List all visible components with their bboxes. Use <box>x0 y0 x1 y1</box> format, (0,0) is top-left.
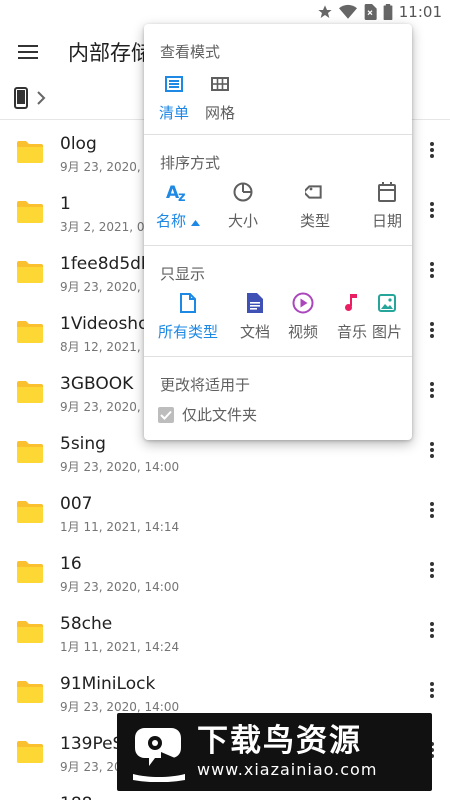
list-view-icon <box>162 72 186 96</box>
file-date: 1月 11, 2021, 14:14 <box>60 520 180 534</box>
file-manager-screen: 11:01 内部存储 0log 9月 23, 2020, 14:00 1 3月 2, … <box>0 0 450 800</box>
sort-ascending-icon <box>191 212 200 230</box>
star-icon <box>317 4 333 20</box>
folder-icon <box>17 261 43 283</box>
filter-all-option[interactable]: 所有类型 <box>146 291 230 342</box>
menu-icon[interactable] <box>0 24 56 80</box>
file-name: 1fee8d5db <box>60 254 152 274</box>
file-name: 1 <box>60 194 71 214</box>
chevron-right-icon <box>36 90 46 109</box>
more-options-icon[interactable] <box>420 678 444 702</box>
view-grid-option[interactable]: 网格 <box>190 72 250 123</box>
more-options-icon[interactable] <box>420 558 444 582</box>
divider <box>144 245 412 246</box>
grid-view-icon <box>208 72 232 96</box>
image-icon <box>375 291 399 315</box>
svg-text:z: z <box>178 190 186 203</box>
folder-icon <box>17 441 43 463</box>
file-name: 188 <box>60 794 92 800</box>
this-folder-only-label: 仅此文件夹 <box>182 406 258 424</box>
folder-icon <box>17 621 43 643</box>
sort-type-label: 类型 <box>299 212 330 230</box>
banner-url: www.xiazainiao.com <box>197 760 378 779</box>
sort-date-label: 日期 <box>371 212 402 230</box>
apply-title: 更改将适用于 <box>160 376 251 394</box>
document-icon <box>243 291 267 315</box>
status-bar: 11:01 <box>0 0 450 24</box>
file-date: 9月 23, 2020, 14:00 <box>60 460 180 474</box>
sort-type-option[interactable]: 类型 <box>285 180 345 231</box>
view-list-label: 清单 <box>158 104 189 122</box>
page-title: 内部存储 <box>68 41 152 65</box>
more-options-icon[interactable] <box>420 498 444 522</box>
folder-icon <box>17 141 43 163</box>
file-date: 9月 23, 2020, 14:00 <box>60 580 180 594</box>
file-name: 139PeS <box>60 734 124 754</box>
calendar-icon <box>375 180 399 204</box>
folder-icon <box>17 741 43 763</box>
folder-icon <box>17 501 43 523</box>
status-time: 11:01 <box>398 3 442 21</box>
more-options-icon[interactable] <box>420 618 444 642</box>
file-name: 007 <box>60 494 93 514</box>
view-mode-title: 查看模式 <box>160 43 221 61</box>
no-sim-icon <box>363 4 377 20</box>
file-date: 1月 11, 2021, 14:24 <box>60 640 180 654</box>
watermark-banner: 下载鸟资源 www.xiazainiao.com <box>117 713 432 791</box>
folder-icon <box>17 681 43 703</box>
file-icon <box>176 291 200 315</box>
battery-icon <box>383 4 393 20</box>
file-name: 0log <box>60 134 97 154</box>
tag-icon <box>303 180 327 204</box>
file-list-item[interactable]: 007 1月 11, 2021, 14:14 <box>0 480 450 540</box>
more-options-icon[interactable] <box>420 258 444 282</box>
more-options-icon[interactable] <box>420 138 444 162</box>
checkbox-checked-icon <box>158 406 174 423</box>
more-options-icon[interactable] <box>420 438 444 462</box>
sort-name-label: 名称 <box>155 212 186 230</box>
file-name: 91MiniLock <box>60 674 156 694</box>
file-name: 58che <box>60 614 113 634</box>
wifi-icon <box>338 4 357 20</box>
folder-icon <box>17 381 43 403</box>
sort-size-option[interactable]: 大小 <box>213 180 273 231</box>
filter-all-label: 所有类型 <box>157 323 218 341</box>
size-icon <box>231 180 255 204</box>
sort-size-label: 大小 <box>227 212 258 230</box>
sort-name-option[interactable]: Az 名称 <box>148 180 208 231</box>
file-name: 16 <box>60 554 82 574</box>
more-options-icon[interactable] <box>420 318 444 342</box>
filter-image-label: 图片 <box>371 323 402 341</box>
sort-date-option[interactable]: 日期 <box>357 180 417 231</box>
folder-icon <box>17 561 43 583</box>
video-icon <box>291 291 315 315</box>
file-list-item[interactable]: 58che 1月 11, 2021, 14:24 <box>0 600 450 660</box>
bird-logo-icon <box>129 722 189 782</box>
sort-title: 排序方式 <box>160 154 221 172</box>
filter-document-label: 文档 <box>239 323 270 341</box>
sort-name-icon: Az <box>166 180 190 204</box>
divider <box>144 356 412 357</box>
file-name: 5sing <box>60 434 106 454</box>
folder-icon <box>17 321 43 343</box>
file-list-item[interactable]: 16 9月 23, 2020, 14:00 <box>0 540 450 600</box>
phone-icon[interactable] <box>14 86 28 113</box>
view-grid-label: 网格 <box>204 104 235 122</box>
more-options-icon[interactable] <box>420 378 444 402</box>
file-list-item[interactable]: 91MiniLock 9月 23, 2020, 14:00 <box>0 660 450 720</box>
filter-title: 只显示 <box>160 265 206 283</box>
divider <box>144 134 412 135</box>
more-options-icon[interactable] <box>420 198 444 222</box>
view-options-popup: 查看模式 清单 网格 排序方式 Az 名称 大小 类型 日期 只显示 所有类型 … <box>144 24 412 440</box>
file-name: 3GBOOK <box>60 374 134 394</box>
filter-image-option[interactable]: 图片 <box>357 291 417 342</box>
folder-icon <box>17 201 43 223</box>
banner-title: 下载鸟资源 <box>197 723 362 759</box>
this-folder-only-checkbox[interactable]: 仅此文件夹 <box>158 404 257 425</box>
filter-video-label: 视频 <box>287 323 318 341</box>
